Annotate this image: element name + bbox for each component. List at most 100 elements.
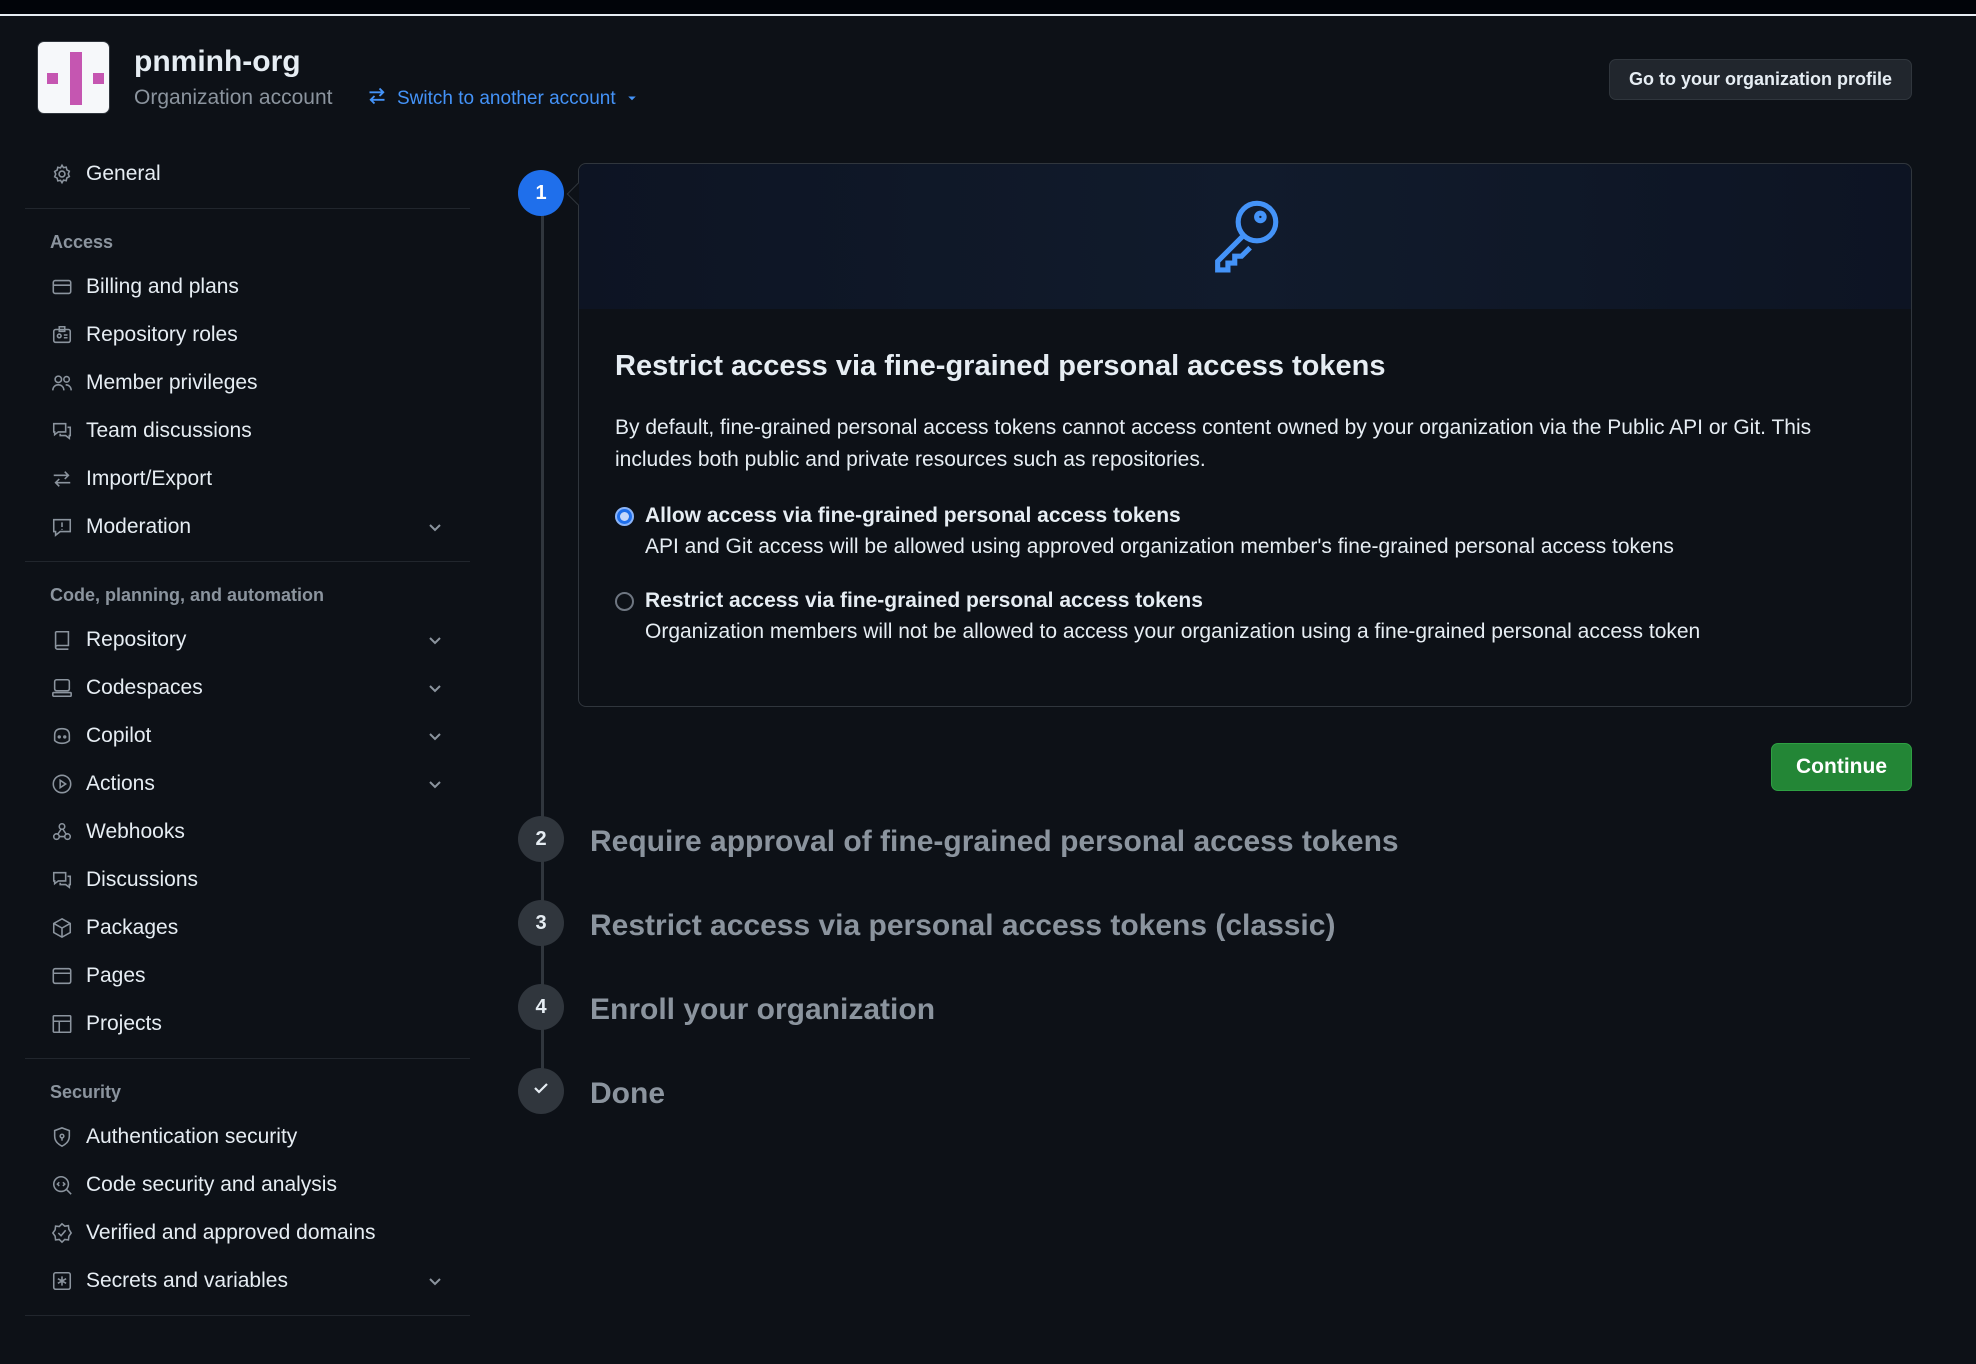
- codescan-icon: [50, 1173, 74, 1197]
- sidebar-item-label: Authentication security: [86, 1125, 298, 1148]
- step-title-done: Done: [590, 1077, 665, 1110]
- comment-discussion-icon: [50, 868, 74, 892]
- org-name: pnminh-org: [134, 45, 301, 78]
- sidebar-item-secrets-variables[interactable]: Secrets and variables: [25, 1257, 470, 1305]
- option-label: Allow access via fine-grained personal a…: [645, 504, 1181, 527]
- org-avatar[interactable]: [37, 41, 110, 114]
- sidebar-divider: [25, 208, 470, 209]
- settings-header: pnminh-org Organization account Switch t…: [37, 41, 1912, 115]
- sidebar-item-packages[interactable]: Packages: [25, 904, 470, 952]
- sidebar-item-repository[interactable]: Repository: [25, 616, 470, 664]
- sidebar-item-label: Code security and analysis: [86, 1173, 337, 1196]
- step-badge-done: [518, 1068, 564, 1114]
- sidebar-item-label: Import/Export: [86, 467, 213, 490]
- sidebar-item-authentication-security[interactable]: Authentication security: [25, 1113, 470, 1161]
- chevron-down-icon[interactable]: [425, 1271, 445, 1291]
- switch-account-link[interactable]: Switch to another account: [367, 86, 638, 112]
- sidebar-item-label: Pages: [86, 964, 146, 987]
- sidebar-item-moderation[interactable]: Moderation: [25, 503, 470, 551]
- step-title-4: Enroll your organization: [590, 993, 936, 1026]
- chevron-down-icon[interactable]: [425, 630, 445, 650]
- sidebar-item-label: Actions: [86, 772, 155, 795]
- window-top-edge: [0, 0, 1976, 16]
- repo-icon: [50, 628, 74, 652]
- sidebar-item-pages[interactable]: Pages: [25, 952, 470, 1000]
- settings-sidebar: General Access Billing and plans Reposit…: [25, 150, 470, 1328]
- sidebar-item-projects[interactable]: Projects: [25, 1000, 470, 1048]
- sidebar-item-label: Copilot: [86, 724, 152, 747]
- chevron-down-icon[interactable]: [425, 517, 445, 537]
- table-icon: [50, 1012, 74, 1036]
- step-badge-3: 3: [518, 900, 564, 946]
- asterisk-icon: [50, 1269, 74, 1293]
- sidebar-item-label: Billing and plans: [86, 275, 239, 298]
- sidebar-item-webhooks[interactable]: Webhooks: [25, 808, 470, 856]
- codespaces-icon: [50, 676, 74, 700]
- sidebar-item-import-export[interactable]: Import/Export: [25, 455, 470, 503]
- sidebar-item-code-security[interactable]: Code security and analysis: [25, 1161, 470, 1209]
- sidebar-item-label: Projects: [86, 1012, 162, 1035]
- sidebar-item-label: Codespaces: [86, 676, 203, 699]
- sidebar-item-label: Discussions: [86, 868, 199, 891]
- allow-radio[interactable]: [615, 507, 634, 526]
- package-icon: [50, 916, 74, 940]
- sidebar-divider: [25, 1315, 470, 1316]
- play-icon: [50, 772, 74, 796]
- sidebar-group-code-planning-automation: Code, planning, and automation: [50, 584, 324, 605]
- sidebar-item-label: Verified and approved domains: [86, 1221, 376, 1244]
- sidebar-item-team-discussions[interactable]: Team discussions: [25, 407, 470, 455]
- comment-discussion-icon: [50, 419, 74, 443]
- sidebar-item-member-privileges[interactable]: Member privileges: [25, 359, 470, 407]
- continue-button[interactable]: Continue: [1771, 743, 1912, 791]
- credit-card-icon: [50, 275, 74, 299]
- sidebar-divider: [25, 561, 470, 562]
- sidebar-item-codespaces[interactable]: Codespaces: [25, 664, 470, 712]
- chevron-down-icon[interactable]: [425, 774, 445, 794]
- option-restrict[interactable]: Restrict access via fine-grained persona…: [615, 589, 1700, 644]
- step-badge-2: 2: [518, 816, 564, 862]
- step-title-3: Restrict access via personal access toke…: [590, 909, 1336, 942]
- org-account-type: Organization account: [134, 86, 333, 109]
- chevron-down-icon[interactable]: [425, 726, 445, 746]
- sidebar-item-copilot[interactable]: Copilot: [25, 712, 470, 760]
- copilot-icon: [50, 724, 74, 748]
- sidebar-item-actions[interactable]: Actions: [25, 760, 470, 808]
- timeline-line: [541, 193, 544, 1093]
- sidebar-item-general[interactable]: General: [25, 150, 470, 198]
- sidebar-item-discussions[interactable]: Discussions: [25, 856, 470, 904]
- sidebar-group-access: Access: [50, 231, 114, 252]
- sidebar-item-repository-roles[interactable]: Repository roles: [25, 311, 470, 359]
- verified-icon: [50, 1221, 74, 1245]
- caret-down-icon: [626, 88, 638, 110]
- sidebar-group-security: Security: [50, 1081, 122, 1102]
- sidebar-item-label: General: [86, 162, 161, 185]
- switch-account-label: Switch to another account: [397, 88, 616, 109]
- sidebar-item-billing[interactable]: Billing and plans: [25, 263, 470, 311]
- sidebar-item-label: Repository roles: [86, 323, 238, 346]
- option-allow[interactable]: Allow access via fine-grained personal a…: [615, 504, 1674, 559]
- step-card: Restrict access via fine-grained persona…: [566, 163, 1912, 707]
- restrict-radio[interactable]: [615, 592, 634, 611]
- shield-lock-icon: [50, 1125, 74, 1149]
- gear-icon: [50, 162, 74, 186]
- people-icon: [50, 371, 74, 395]
- step-badge-1: 1: [518, 170, 564, 216]
- option-help: API and Git access will be allowed using…: [645, 535, 1674, 558]
- sidebar-item-verified-domains[interactable]: Verified and approved domains: [25, 1209, 470, 1257]
- sidebar-item-label: Member privileges: [86, 371, 258, 394]
- check-icon: [531, 1078, 551, 1104]
- step-title-2: Require approval of fine-grained persona…: [590, 825, 1399, 858]
- arrow-switch-icon: [50, 467, 74, 491]
- option-label: Restrict access via fine-grained persona…: [645, 589, 1203, 612]
- sidebar-item-label: Team discussions: [86, 419, 252, 442]
- id-badge-icon: [50, 323, 74, 347]
- sidebar-item-label: Repository: [86, 628, 187, 651]
- go-to-org-profile-button[interactable]: Go to your organization profile: [1609, 59, 1912, 100]
- chevron-down-icon[interactable]: [425, 678, 445, 698]
- sidebar-divider: [25, 1058, 470, 1059]
- sidebar-item-label: Webhooks: [86, 820, 185, 843]
- card-description: By default, fine-grained personal access…: [615, 416, 1812, 471]
- browser-icon: [50, 964, 74, 988]
- card-title: Restrict access via fine-grained persona…: [615, 350, 1386, 382]
- key-icon: [1204, 193, 1286, 280]
